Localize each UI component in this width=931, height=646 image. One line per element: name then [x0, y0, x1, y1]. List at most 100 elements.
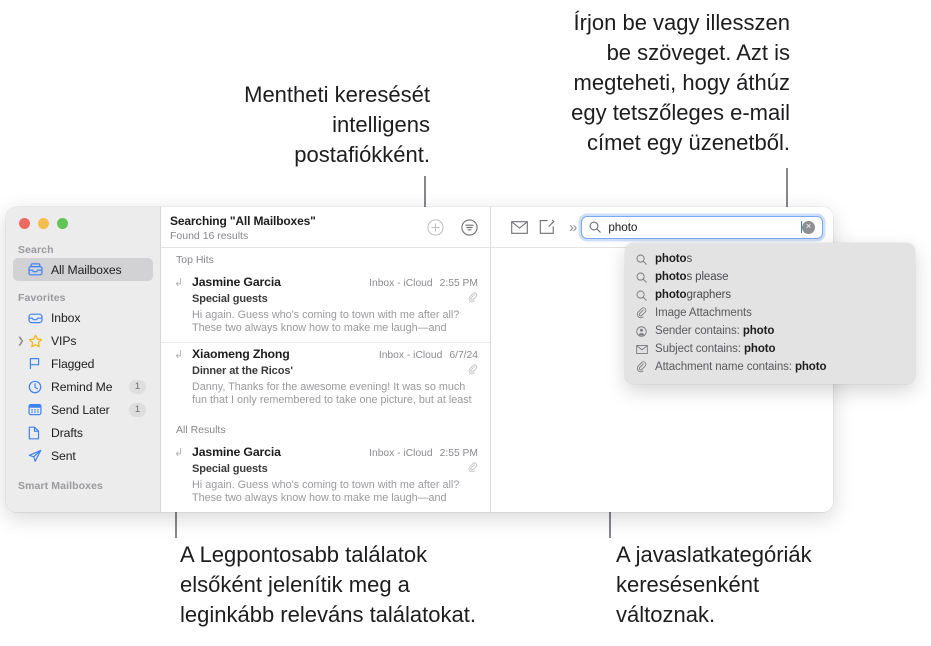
- sidebar-item-label: Inbox: [51, 310, 81, 325]
- suggestion-label: photographers: [655, 289, 731, 301]
- search-input-value: photo: [608, 220, 638, 234]
- zoom-button[interactable]: [57, 218, 68, 229]
- suggestion-prefix: Attachment name contains:: [655, 361, 795, 373]
- group-heading-all-results: All Results: [161, 414, 490, 441]
- message-time: 2:55 PM: [439, 448, 478, 459]
- suggestion-label: photos please: [655, 271, 729, 283]
- message-preview: Hi again. Guess who's coming to town wit…: [192, 479, 460, 504]
- message-list-item[interactable]: ↲ Xiaomeng Zhong Inbox - iCloud 6/7/24 D…: [161, 342, 490, 414]
- clear-search-button[interactable]: ×: [802, 220, 815, 234]
- suggestion-item[interactable]: photos: [625, 250, 915, 268]
- message-subject: Dinner at the Ricos': [192, 365, 293, 377]
- callout-top-hits: A Legpontosabb találatok elsőként jelení…: [180, 542, 476, 627]
- inbox-icon: [28, 310, 45, 325]
- suggestion-item[interactable]: Image Attachments: [625, 304, 915, 322]
- unread-badge: 1: [129, 402, 146, 417]
- message-time: 6/7/24: [449, 350, 478, 361]
- suggestion-label: Attachment name contains: photo: [655, 361, 826, 373]
- unread-badge: 1: [129, 379, 146, 394]
- group-heading-top-hits: Top Hits: [161, 248, 490, 271]
- calendar-icon: [28, 402, 45, 417]
- replied-arrow-icon: ↲: [174, 277, 184, 289]
- envelope-icon[interactable]: [505, 215, 533, 239]
- sidebar-item-sent[interactable]: Sent: [13, 444, 153, 467]
- close-button[interactable]: [19, 218, 30, 229]
- message-list: Searching "All Mailboxes" Found 16 resul…: [161, 207, 491, 512]
- callout-type-or-paste: Írjon be vagy illesszen be szöveget. Azt…: [571, 10, 790, 155]
- callout-suggestion-categories: A javaslatkategóriák keresésenként válto…: [616, 542, 812, 627]
- sidebar-section-favorites: Favorites: [18, 292, 66, 304]
- message-list-item[interactable]: ↲ Jasmine Garcia Inbox - iCloud 2:55 PM …: [161, 441, 490, 512]
- chevron-right-icon[interactable]: ❯: [17, 336, 25, 345]
- suggestion-match: photo: [655, 271, 687, 283]
- sidebar-section-search: Search: [18, 244, 54, 256]
- suggestion-match: photo: [794, 361, 827, 373]
- paperclip-icon: [636, 361, 651, 373]
- filter-icon[interactable]: [461, 219, 478, 236]
- sidebar-item-vips[interactable]: ❯ VIPs: [13, 329, 153, 352]
- suggestion-label: Image Attachments: [655, 307, 752, 319]
- sidebar-item-label: VIPs: [51, 333, 77, 348]
- paperclip-icon: [468, 362, 478, 380]
- sidebar-item-send-later[interactable]: Send Later 1: [13, 398, 153, 421]
- message-mailbox: Inbox - iCloud: [369, 448, 433, 459]
- toolbar-overflow-button[interactable]: »: [569, 219, 577, 236]
- message-preview: Danny, Thanks for the awesome evening! I…: [192, 381, 472, 406]
- message-list-header: Searching "All Mailboxes" Found 16 resul…: [161, 207, 490, 248]
- compose-icon[interactable]: [533, 215, 561, 239]
- message-preview: Hi again. Guess who's coming to town wit…: [192, 309, 460, 334]
- callout-save-search: Mentheti keresését intelligens postafiók…: [244, 82, 430, 167]
- message-sender: Xiaomeng Zhong: [192, 347, 290, 361]
- add-smart-mailbox-icon[interactable]: [427, 219, 444, 236]
- sidebar-item-all-mailboxes[interactable]: All Mailboxes: [13, 258, 153, 281]
- paperclip-icon: [468, 460, 478, 478]
- document-icon: [28, 425, 45, 440]
- suggestion-match: photo: [743, 343, 776, 355]
- sidebar-item-label: All Mailboxes: [51, 262, 122, 277]
- sidebar-item-label: Send Later: [51, 402, 110, 417]
- toolbar: » photo ×: [491, 207, 833, 248]
- all-mailboxes-icon: [28, 262, 45, 277]
- message-subject: Special guests: [192, 293, 268, 305]
- paperclip-icon: [636, 307, 651, 319]
- suggestion-item[interactable]: photos please: [625, 268, 915, 286]
- suggestion-match: photo: [655, 253, 687, 265]
- window-controls: [19, 218, 68, 229]
- results-count: Found 16 results: [170, 230, 249, 242]
- replied-arrow-icon: ↲: [174, 349, 184, 361]
- search-icon: [636, 254, 651, 265]
- star-icon: [28, 333, 45, 348]
- sidebar-item-drafts[interactable]: Drafts: [13, 421, 153, 444]
- search-icon: [636, 290, 651, 301]
- sidebar-item-flagged[interactable]: Flagged: [13, 352, 153, 375]
- search-input[interactable]: photo ×: [581, 215, 823, 239]
- suggestion-rest: s: [686, 253, 693, 265]
- suggestion-rest: s please: [686, 271, 729, 283]
- flag-icon: [28, 356, 45, 371]
- suggestion-rest: graphers: [686, 289, 732, 301]
- suggestion-item[interactable]: photographers: [625, 286, 915, 304]
- search-suggestions-menu[interactable]: photos photos please photographers Image…: [625, 243, 915, 384]
- suggestion-item[interactable]: Attachment name contains: photo: [625, 358, 915, 376]
- suggestion-label: Sender contains: photo: [655, 325, 774, 337]
- suggestion-prefix: Subject contains:: [655, 343, 744, 355]
- message-sender: Jasmine Garcia: [192, 275, 281, 289]
- minimize-button[interactable]: [38, 218, 49, 229]
- sidebar: Search All Mailboxes Favorites Inbox ❯ V…: [6, 207, 161, 512]
- sidebar-item-remind-me[interactable]: Remind Me 1: [13, 375, 153, 398]
- suggestion-label: photos: [655, 253, 692, 265]
- page-title: Searching "All Mailboxes": [170, 214, 316, 228]
- suggestion-item[interactable]: Subject contains: photo: [625, 340, 915, 358]
- clock-icon: [28, 379, 45, 394]
- paperclip-icon: [468, 290, 478, 308]
- message-time: 2:55 PM: [439, 278, 478, 289]
- message-sender: Jasmine Garcia: [192, 445, 281, 459]
- message-mailbox: Inbox - iCloud: [369, 278, 433, 289]
- suggestion-item[interactable]: Sender contains: photo: [625, 322, 915, 340]
- suggestion-prefix: Sender contains:: [655, 325, 743, 337]
- sidebar-item-inbox[interactable]: Inbox: [13, 306, 153, 329]
- message-list-item[interactable]: ↲ Jasmine Garcia Inbox - iCloud 2:55 PM …: [161, 271, 490, 342]
- paper-plane-icon: [28, 448, 45, 463]
- suggestion-match: photo: [742, 325, 775, 337]
- sidebar-item-label: Flagged: [51, 356, 95, 371]
